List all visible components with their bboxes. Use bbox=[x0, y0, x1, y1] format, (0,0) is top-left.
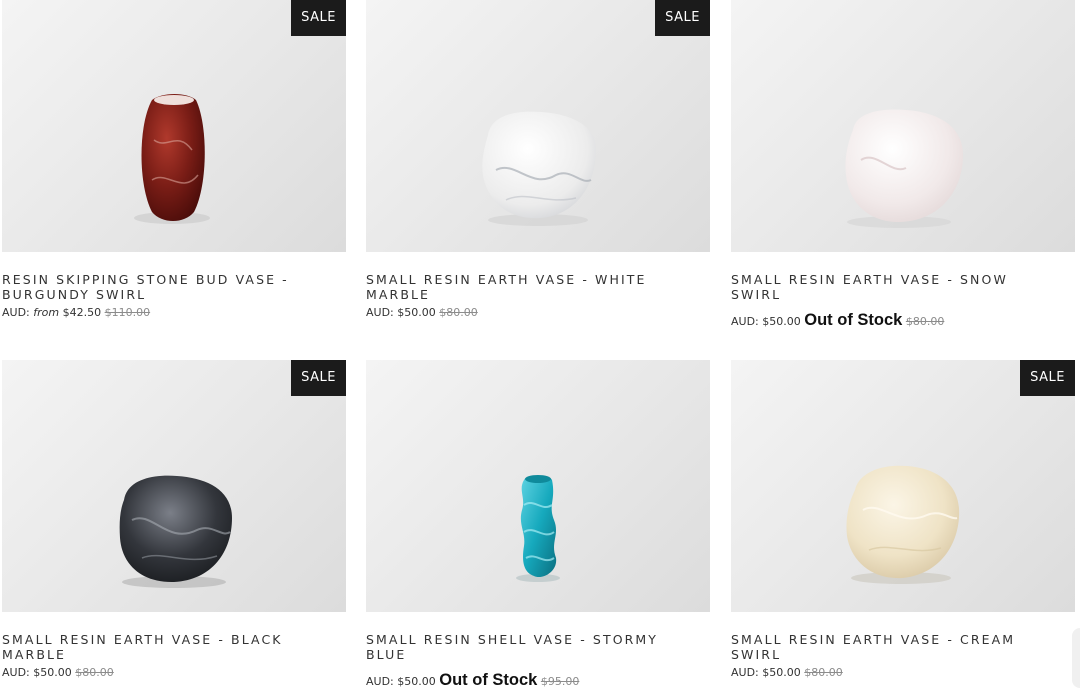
sale-badge: SALE bbox=[1020, 360, 1075, 396]
original-price: $80.00 bbox=[905, 315, 945, 328]
product-image[interactable]: SALE bbox=[2, 360, 346, 612]
currency-prefix: AUD: bbox=[366, 675, 394, 688]
product-title[interactable]: SMALL RESIN EARTH VASE - CREAM SWIRL bbox=[731, 632, 1061, 662]
sale-badge: SALE bbox=[291, 0, 346, 36]
product-image[interactable] bbox=[366, 360, 710, 612]
original-price: $110.00 bbox=[104, 306, 151, 319]
price-line: AUD: $50.00 $80.00 bbox=[366, 306, 478, 319]
price-line: AUD: $50.00 $80.00 bbox=[731, 666, 843, 679]
black-marble-vase-icon bbox=[119, 475, 232, 588]
price-line: AUD: $50.00 $80.00 bbox=[2, 666, 114, 679]
product-title[interactable]: SMALL RESIN SHELL VASE - STORMY BLUE bbox=[366, 632, 696, 662]
snow-swirl-vase-icon bbox=[845, 109, 963, 228]
sale-price: $50.00 bbox=[397, 306, 436, 319]
product-image[interactable]: SALE bbox=[366, 0, 710, 252]
product-title[interactable]: SMALL RESIN EARTH VASE - SNOW SWIRL bbox=[731, 272, 1061, 302]
currency-prefix: AUD: bbox=[2, 306, 30, 319]
original-price: $95.00 bbox=[540, 675, 580, 688]
sale-price: $50.00 bbox=[33, 666, 72, 679]
price-line: AUD: from $42.50 $110.00 bbox=[2, 306, 150, 319]
currency-prefix: AUD: bbox=[366, 306, 394, 319]
original-price: $80.00 bbox=[75, 666, 114, 679]
stock-status: Out of Stock bbox=[804, 311, 903, 329]
product-title[interactable]: SMALL RESIN EARTH VASE - BLACK MARBLE bbox=[2, 632, 332, 662]
sale-price: $50.00 bbox=[397, 675, 436, 688]
sale-price: $50.00 bbox=[762, 666, 801, 679]
product-image[interactable] bbox=[731, 0, 1075, 252]
price-line: AUD: $50.00 Out of Stock $95.00 bbox=[366, 671, 579, 690]
stock-status: Out of Stock bbox=[439, 671, 538, 689]
stormy-blue-vase-icon bbox=[516, 475, 560, 582]
product-image[interactable]: SALE bbox=[731, 360, 1075, 612]
product-title[interactable]: RESIN SKIPPING STONE BUD VASE - BURGUNDY… bbox=[2, 272, 332, 302]
sale-badge: SALE bbox=[291, 360, 346, 396]
burgundy-vase-icon bbox=[134, 94, 210, 224]
original-price: $80.00 bbox=[804, 666, 843, 679]
price-line: AUD: $50.00 Out of Stock $80.00 bbox=[731, 311, 944, 330]
cream-swirl-vase-icon bbox=[846, 465, 960, 584]
currency-prefix: AUD: bbox=[731, 315, 759, 328]
sale-price: $42.50 bbox=[62, 306, 102, 319]
original-price: $80.00 bbox=[439, 306, 478, 319]
currency-prefix: AUD: bbox=[731, 666, 759, 679]
sale-badge: SALE bbox=[655, 0, 710, 36]
scrollbar[interactable] bbox=[1072, 628, 1080, 688]
product-image[interactable]: SALE bbox=[2, 0, 346, 252]
sale-price: $50.00 bbox=[762, 315, 801, 328]
product-title[interactable]: SMALL RESIN EARTH VASE - WHITE MARBLE bbox=[366, 272, 696, 302]
white-marble-vase-icon bbox=[482, 111, 596, 226]
currency-prefix: AUD: bbox=[2, 666, 30, 679]
from-label: from bbox=[33, 306, 60, 319]
